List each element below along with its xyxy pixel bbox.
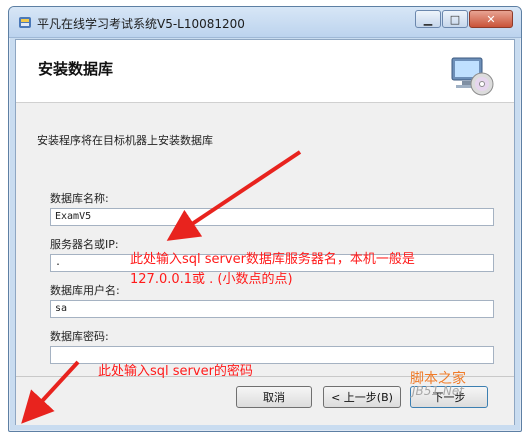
username-field[interactable]: sa — [50, 300, 494, 318]
maximize-icon: □ — [449, 12, 461, 26]
dbname-label: 数据库名称: — [50, 192, 109, 205]
watermark-url: JB51.Net — [412, 384, 464, 398]
description-text: 安装程序将在目标机器上安装数据库 — [37, 134, 213, 147]
computer-cd-icon — [451, 57, 494, 96]
server-annotation-line2: 127.0.0.1或 . (小数点的点) — [130, 272, 293, 287]
prev-button[interactable]: < 上一步(B) — [323, 386, 401, 408]
app-shield-icon — [19, 17, 31, 28]
close-button[interactable]: ✕ — [469, 10, 513, 28]
server-label: 服务器名或IP: — [50, 238, 119, 251]
server-annotation-line1: 此处输入sql server数据库服务器名，本机一般是 — [130, 252, 415, 267]
close-icon: ✕ — [486, 12, 496, 26]
maximize-button[interactable]: □ — [442, 10, 468, 28]
cancel-button[interactable]: 取消 — [236, 386, 312, 408]
title-bar[interactable]: 平凡在线学习考试系统V5-L10081200 ▁ □ ✕ — [9, 7, 521, 38]
page-title: 安装数据库 — [38, 60, 114, 78]
window-title: 平凡在线学习考试系统V5-L10081200 — [37, 17, 245, 31]
minimize-icon: ▁ — [423, 12, 433, 26]
password-label: 数据库密码: — [50, 330, 109, 343]
minimize-button[interactable]: ▁ — [415, 10, 441, 28]
header-panel: 安装数据库 — [16, 40, 514, 103]
password-annotation: 此处输入sql server的密码 — [98, 364, 253, 379]
username-label: 数据库用户名: — [50, 284, 120, 297]
dbname-field[interactable]: ExamV5 — [50, 208, 494, 226]
